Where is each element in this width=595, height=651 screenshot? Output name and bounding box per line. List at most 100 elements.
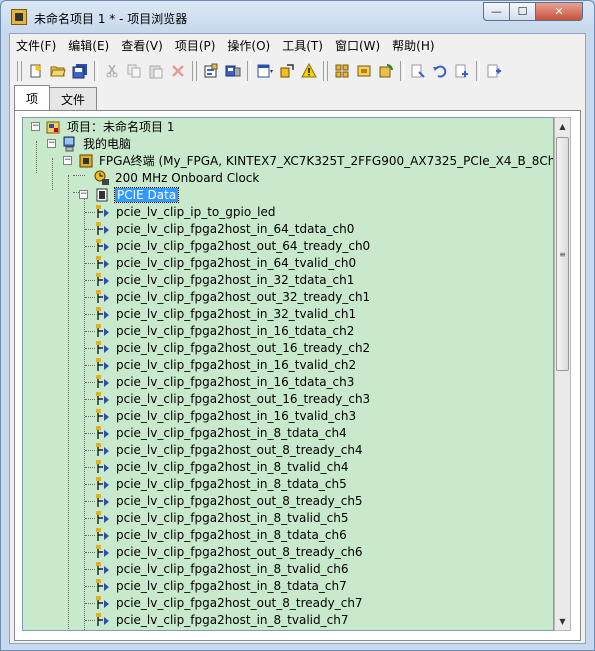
io-node-icon [96, 527, 109, 541]
tree-node-pcie-data-folder[interactable]: − PCIE Data [79, 186, 180, 203]
tree-label-pcie-data: PCIE Data [113, 186, 180, 203]
menu-window[interactable]: 窗口(W) [329, 37, 386, 54]
menu-view[interactable]: 查看(V) [115, 37, 169, 54]
tab-files[interactable]: 文件 [49, 87, 98, 110]
scroll-up-arrow[interactable]: ▲ [555, 118, 570, 135]
new-icon[interactable] [26, 61, 46, 81]
tree-connector [85, 382, 95, 383]
collapse-toggle[interactable]: − [47, 139, 56, 148]
tree-item-io[interactable]: pcie_lv_clip_fpga2host_in_16_tdata_ch3 [95, 373, 354, 390]
tree-item-io[interactable]: pcie_lv_clip_ip_to_gpio_led [95, 203, 276, 220]
save-all-icon[interactable] [70, 61, 90, 81]
tree-item-io[interactable]: pcie_lv_clip_fpga2host_in_16_tdata_ch2 [95, 322, 354, 339]
collapse-toggle[interactable]: − [79, 190, 88, 199]
project-tree[interactable]: − 项目：未命名项目 1 − 我的电脑 − FPGA终端 (My_FPGA, K… [22, 117, 554, 631]
toolbar-grip[interactable] [17, 61, 22, 81]
tree-connector [52, 158, 53, 190]
tree-item-io[interactable]: pcie_lv_clip_fpga2host_in_8_tdata_ch6 [95, 526, 347, 543]
tree-node-project[interactable]: − 项目：未命名项目 1 [31, 118, 174, 135]
menu-project[interactable]: 项目(P) [169, 37, 222, 54]
tree-item-io[interactable]: pcie_lv_clip_fpga2host_in_32_tdata_ch1 [95, 271, 354, 288]
paste-icon[interactable] [146, 61, 166, 81]
tree-item-label: pcie_lv_clip_fpga2host_in_8_tvalid_ch6 [116, 561, 349, 576]
tree-connector [85, 331, 95, 332]
tree-item-io[interactable]: pcie_lv_clip_fpga2host_out_16_tready_ch2 [95, 339, 370, 356]
io-node-icon [96, 221, 109, 235]
tree-connector [85, 620, 95, 621]
tree-item-io[interactable]: pcie_lv_clip_fpga2host_in_8_tvalid_ch6 [95, 560, 348, 577]
tree-item-io[interactable]: pcie_lv_clip_fpga2host_in_64_tdata_ch0 [95, 220, 354, 237]
io-node-icon [96, 238, 109, 252]
tree-item-label: pcie_lv_clip_fpga2host_in_32_tdata_ch1 [116, 272, 355, 287]
collapse-toggle[interactable]: − [31, 122, 40, 131]
toolbar-grip[interactable] [323, 61, 328, 81]
io-node-icon [96, 204, 109, 218]
tab-strip: 项 文件 [14, 85, 98, 111]
tree-item-io[interactable]: pcie_lv_clip_fpga2host_in_8_tvalid_ch5 [95, 509, 348, 526]
menu-edit[interactable]: 编辑(E) [62, 37, 115, 54]
tree-item-io[interactable]: pcie_lv_clip_fpga2host_out_8_tready_ch4 [95, 441, 363, 458]
tree-item-io[interactable]: pcie_lv_clip_fpga2host_in_8_tdata_ch4 [95, 424, 347, 441]
undo-icon[interactable] [430, 61, 450, 81]
tree-item-label: pcie_lv_clip_fpga2host_in_16_tvalid_ch2 [116, 357, 357, 372]
tree-item-io[interactable]: pcie_lv_clip_fpga2host_out_8_tready_ch6 [95, 543, 363, 560]
project-icon [46, 121, 60, 133]
tree-item-io[interactable]: pcie_lv_clip_fpga2host_in_16_tvalid_ch3 [95, 407, 356, 424]
tree-item-io[interactable]: pcie_lv_clip_fpga2host_in_16_tvalid_ch2 [95, 356, 356, 373]
import-icon[interactable] [408, 61, 428, 81]
menu-tools[interactable]: 工具(T) [276, 37, 329, 54]
tree-item-io[interactable]: pcie_lv_clip_fpga2host_out_32_tready_ch1 [95, 288, 370, 305]
add-icon[interactable] [484, 61, 504, 81]
menu-operate[interactable]: 操作(O) [221, 37, 276, 54]
tree-node-onboard-clock[interactable]: 200 MHz Onboard Clock [94, 169, 259, 186]
tree-node-fpga-target[interactable]: − FPGA终端 (My_FPGA, KINTEX7_XC7K325T_2FFG… [63, 152, 553, 169]
scroll-down-arrow[interactable]: ▼ [555, 613, 570, 630]
tab-items[interactable]: 项 [14, 85, 51, 110]
menu-help[interactable]: 帮助(H) [386, 37, 440, 54]
toolbar-separator [476, 61, 480, 81]
fpga-chip-icon [79, 154, 93, 167]
library-icon[interactable] [332, 61, 352, 81]
tree-item-label: pcie_lv_clip_fpga2host_in_8_tdata_ch6 [116, 527, 347, 542]
tab-panel: − 项目：未命名项目 1 − 我的电脑 − FPGA终端 (My_FPGA, K… [14, 110, 581, 641]
view-icon[interactable] [255, 61, 275, 81]
tree-item-io[interactable]: pcie_lv_clip_fpga2host_in_32_tvalid_ch1 [95, 305, 356, 322]
target-icon[interactable] [277, 61, 297, 81]
tree-connector [85, 416, 95, 417]
io-node-icon [96, 442, 109, 456]
delete-icon[interactable] [168, 61, 188, 81]
copy-icon[interactable] [124, 61, 144, 81]
refresh-icon[interactable] [376, 61, 396, 81]
menu-file[interactable]: 文件(F) [10, 37, 62, 54]
minimize-button[interactable]: — [483, 2, 510, 21]
tree-item-io[interactable]: pcie_lv_clip_fpga2host_out_16_tready_ch3 [95, 390, 370, 407]
build-spec-icon[interactable] [201, 61, 221, 81]
tree-item-io[interactable]: pcie_lv_clip_fpga2host_in_8_tvalid_ch7 [95, 611, 348, 628]
collapse-toggle[interactable]: − [63, 156, 72, 165]
tree-connector [85, 501, 95, 502]
tree-item-io[interactable]: pcie_lv_clip_fpga2host_in_8_tdata_ch5 [95, 475, 347, 492]
tree-item-io[interactable]: pcie_lv_clip_fpga2host_in_8_tvalid_ch4 [95, 458, 348, 475]
tree-connector [73, 175, 85, 176]
redo-icon[interactable] [452, 61, 472, 81]
toolbar-grip[interactable] [192, 61, 197, 81]
tree-item-label: pcie_lv_clip_fpga2host_in_16_tdata_ch3 [116, 374, 355, 389]
io-node-icon [96, 408, 109, 422]
deploy-icon[interactable] [223, 61, 243, 81]
vertical-scrollbar[interactable]: ▲ ≡ ▼ [554, 117, 571, 631]
maximize-button[interactable]: ☐ [509, 2, 536, 21]
warning-icon[interactable] [299, 61, 319, 81]
property-icon[interactable] [354, 61, 374, 81]
cut-icon[interactable] [102, 61, 122, 81]
open-icon[interactable] [48, 61, 68, 81]
io-node-icon [96, 374, 109, 388]
tree-item-io[interactable]: pcie_lv_clip_fpga2host_out_8_tready_ch5 [95, 492, 363, 509]
scroll-thumb[interactable]: ≡ [556, 137, 569, 371]
tree-item-io[interactable]: pcie_lv_clip_fpga2host_in_64_tvalid_ch0 [95, 254, 356, 271]
tree-node-my-computer[interactable]: − 我的电脑 [47, 135, 131, 152]
close-button[interactable]: ✕ [535, 2, 583, 21]
tree-item-io[interactable]: pcie_lv_clip_fpga2host_out_64_tready_ch0 [95, 237, 370, 254]
title-bar[interactable]: 未命名项目 1 * - 项目浏览器 — ☐ ✕ [1, 1, 594, 33]
tree-item-io[interactable]: pcie_lv_clip_fpga2host_in_8_tdata_ch7 [95, 577, 347, 594]
tree-item-io[interactable]: pcie_lv_clip_fpga2host_out_8_tready_ch7 [95, 594, 363, 611]
